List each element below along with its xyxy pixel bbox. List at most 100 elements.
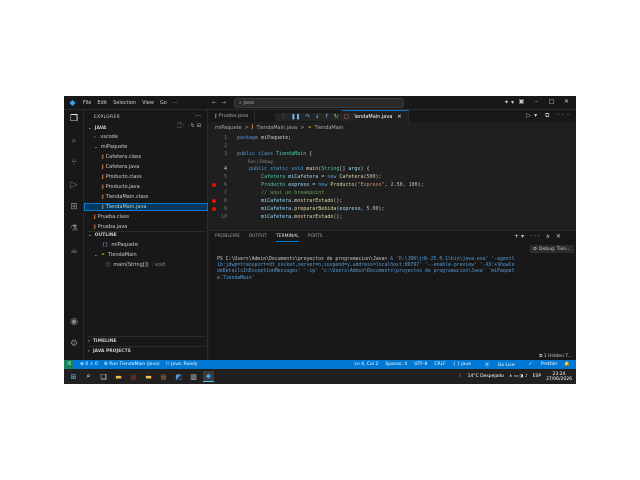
extensions-icon[interactable]: ⊞ xyxy=(68,201,80,213)
menu-edit[interactable]: Edit xyxy=(97,100,107,106)
code-editor[interactable]: 1 package miPaquete; 2 3 public class Ti… xyxy=(209,134,576,230)
close-tab-icon[interactable]: ✕ xyxy=(397,114,401,120)
outline-item-class[interactable]: ⌄ ⚭ TiendaMain xyxy=(84,251,208,259)
problems-count[interactable]: ⊗ 0 ⚠ 0 xyxy=(80,362,98,367)
outline-item-label: miPaquete xyxy=(111,242,138,248)
app-icon[interactable]: ▥ xyxy=(188,371,199,382)
menu-go[interactable]: Go xyxy=(160,100,167,106)
editor-actions[interactable]: ▷▾ ⧉ ··· xyxy=(527,112,572,120)
tab-prueba-java[interactable]: J Prueba.java xyxy=(209,110,256,122)
chrome-canary-icon[interactable]: ◎ xyxy=(158,371,169,382)
run-config[interactable]: ⚙ Run TiendaMain (Java) xyxy=(104,362,160,367)
layout-icon[interactable]: ▣ xyxy=(514,98,529,105)
more-actions-icon[interactable]: ··· xyxy=(195,113,201,120)
go-live[interactable]: ⦿ Go Live xyxy=(478,362,515,368)
tree-item-cafetera-class[interactable]: J Cafetera.class xyxy=(84,153,208,161)
tree-item-prueba-java[interactable]: J Prueba.java xyxy=(84,223,208,231)
outline-section-header[interactable]: ⌄ OUTLINE xyxy=(88,231,206,239)
menu-selection[interactable]: Selection xyxy=(113,100,136,106)
breadcrumb-separator: > xyxy=(300,125,305,131)
timeline-title: TIMELINE xyxy=(92,338,117,344)
encoding[interactable]: UTF-8 xyxy=(414,362,427,367)
testing-icon[interactable]: ⚗ xyxy=(68,223,80,235)
nav-arrows[interactable]: ←→ xyxy=(212,99,230,106)
tree-item-tiendamain-class[interactable]: J TiendaMain.class xyxy=(84,193,208,201)
tree-item-mipaquete[interactable]: ⌄ miPaquete xyxy=(84,143,208,151)
vscode-taskbar-icon[interactable]: ◆ xyxy=(203,371,214,382)
java-projects-section-header[interactable]: › JAVA PROJECTS xyxy=(88,346,206,355)
codelens-run-debug[interactable]: Run | Debug xyxy=(248,157,576,165)
method-icon: ⬡ xyxy=(106,262,111,268)
menu-more[interactable]: ··· xyxy=(173,100,178,106)
outline-item-method[interactable]: ⬡ main(String[]) : void xyxy=(84,261,208,269)
terminal-list-item[interactable]: ⚙ Debug: Tien... xyxy=(530,245,574,253)
maximize-icon[interactable]: □ xyxy=(544,98,559,105)
account-icon[interactable]: ◉ xyxy=(68,316,80,328)
tab-problems[interactable]: PROBLEMS xyxy=(215,234,240,242)
breadcrumb-package[interactable]: miPaquete xyxy=(215,125,242,131)
outline-item-package[interactable]: {} miPaquete xyxy=(84,241,208,249)
windows-start-icon[interactable]: ⊞ xyxy=(68,371,79,382)
restart-icon[interactable]: ↻ xyxy=(334,114,339,120)
stop-icon[interactable]: □ xyxy=(344,114,349,120)
notifications-icon[interactable]: 🔔 xyxy=(564,362,570,367)
command-center-search[interactable]: ⌕ Java xyxy=(234,98,404,108)
tree-item-vscode[interactable]: › .vscode xyxy=(84,133,208,141)
code-line-8: 8 miCafetera. mostrarEstado (); xyxy=(209,197,576,205)
task-view-icon[interactable]: ❏ xyxy=(98,371,109,382)
app-icon[interactable]: ◩ xyxy=(173,371,184,382)
tree-item-tiendamain-java[interactable]: J TiendaMain.java xyxy=(84,203,208,211)
panel-actions[interactable]: +▾ ··· ∧ ✕ xyxy=(514,233,563,240)
explorer-actions[interactable]: 🗋🗀↻⊟ xyxy=(178,123,203,131)
code-line-10: 10 miCafetera. mostrarEstado (); xyxy=(209,213,576,221)
java-file-icon: J xyxy=(215,113,217,119)
prettier[interactable]: ✓ Prettier xyxy=(522,362,558,367)
tree-item-cafetera-java[interactable]: J Cafetera.java xyxy=(84,163,208,171)
hidden-terminals[interactable]: ⧉ 1 Hidden T... xyxy=(539,353,572,359)
windows-taskbar: ⊞ ⌕ ❏ ▬ ◎ ▬ ◎ ◩ ▥ ◆ ☾ 14°C Despejado ∧ ▭… xyxy=(64,369,576,384)
java-file-icon: J xyxy=(102,194,104,200)
step-into-icon[interactable]: ↓ xyxy=(315,114,320,120)
remote-icon[interactable]: ⤭ xyxy=(64,360,74,369)
source-control-icon[interactable]: ⑂ xyxy=(68,157,80,169)
drag-handle-icon[interactable]: ⋮ xyxy=(281,114,287,120)
line-ending[interactable]: CRLF xyxy=(434,362,445,367)
tree-item-label: Cafetera.class xyxy=(105,154,142,160)
folder-icon[interactable]: ▬ xyxy=(143,371,154,382)
language-indicator[interactable]: ESP xyxy=(533,374,541,379)
search-icon[interactable]: ⌕ xyxy=(68,135,80,147)
menu-view[interactable]: View xyxy=(142,100,154,106)
step-over-icon[interactable]: ↷ xyxy=(305,114,310,120)
file-explorer-icon[interactable]: ▬ xyxy=(113,371,124,382)
tab-ports[interactable]: PORTS xyxy=(308,234,323,242)
step-out-icon[interactable]: ↑ xyxy=(324,114,329,120)
menu-file[interactable]: File xyxy=(83,100,91,106)
tree-item-producto-java[interactable]: J Producto.java xyxy=(84,183,208,191)
tree-item-label: Cafetera.java xyxy=(105,164,140,170)
timeline-section-header[interactable]: › TIMELINE xyxy=(88,336,206,345)
chrome-icon[interactable]: ◎ xyxy=(128,371,139,382)
tray-icons[interactable]: ∧ ▭ ◑ ♪ xyxy=(509,374,528,379)
tree-item-producto-class[interactable]: J Producto.class xyxy=(84,173,208,181)
terminal-output[interactable]: PS C:\Users\Admin\Documents\proyectos de… xyxy=(217,257,517,282)
clock[interactable]: 23:24 27/06/2026 xyxy=(546,372,572,382)
language-mode[interactable]: { } Java xyxy=(453,362,471,367)
java-status[interactable]: ⚇ Java: Ready xyxy=(166,362,198,367)
explorer-icon[interactable]: ❐ xyxy=(68,113,80,125)
breadcrumb-file[interactable]: TiendaMain.java xyxy=(256,125,297,131)
tab-output[interactable]: OUTPUT xyxy=(249,234,267,242)
java-projects-icon[interactable]: ☕ xyxy=(68,245,80,257)
indentation[interactable]: Spaces: 4 xyxy=(385,362,407,367)
weather-text[interactable]: 14°C Despejado xyxy=(468,374,504,379)
pause-icon[interactable]: ❚❚ xyxy=(291,114,300,120)
search-icon[interactable]: ⌕ xyxy=(83,371,94,382)
minimize-icon[interactable]: – xyxy=(529,98,544,105)
tree-item-prueba-class[interactable]: J Prueba.class xyxy=(84,213,208,221)
cursor-position[interactable]: Ln 4, Col 2 xyxy=(354,362,378,367)
run-debug-icon[interactable]: ▷ xyxy=(68,179,80,191)
breadcrumb-class[interactable]: TiendaMain xyxy=(315,125,344,131)
tab-terminal[interactable]: TERMINAL xyxy=(275,234,299,242)
chevron-right-icon: › xyxy=(88,338,90,344)
close-icon[interactable]: ✕ xyxy=(559,98,574,105)
settings-gear-icon[interactable]: ⚙ xyxy=(68,338,80,350)
